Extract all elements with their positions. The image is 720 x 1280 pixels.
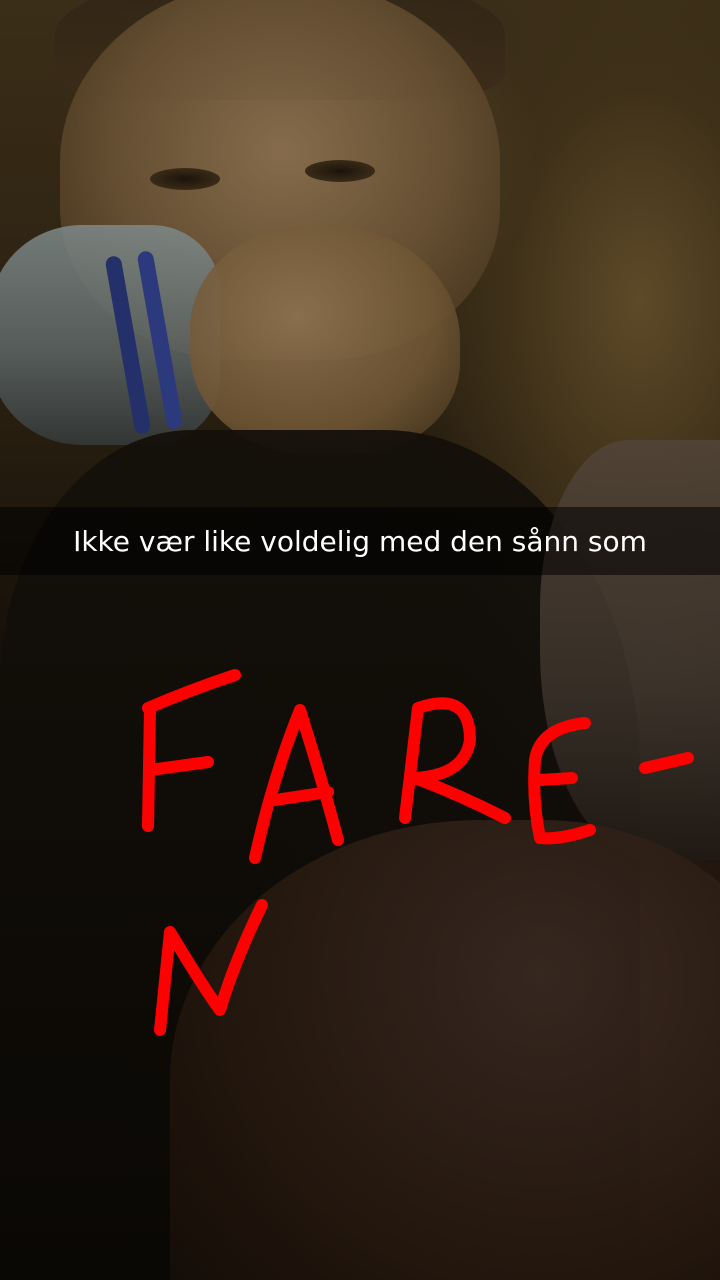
drawn-dash: [639, 752, 694, 774]
snap-photo: Ikke vær like voldelig med den sånn som: [0, 0, 720, 1280]
drawn-letter-N: [154, 899, 268, 1036]
drawn-letter-A: [269, 786, 334, 806]
drawn-letter-E: [534, 772, 578, 786]
red-handwritten-drawing: [142, 669, 694, 1036]
drawn-letter-A: [249, 704, 344, 864]
drawn-letter-F: [144, 756, 214, 776]
drawn-letter-R: [399, 697, 511, 824]
drawn-letter-F: [142, 669, 241, 714]
